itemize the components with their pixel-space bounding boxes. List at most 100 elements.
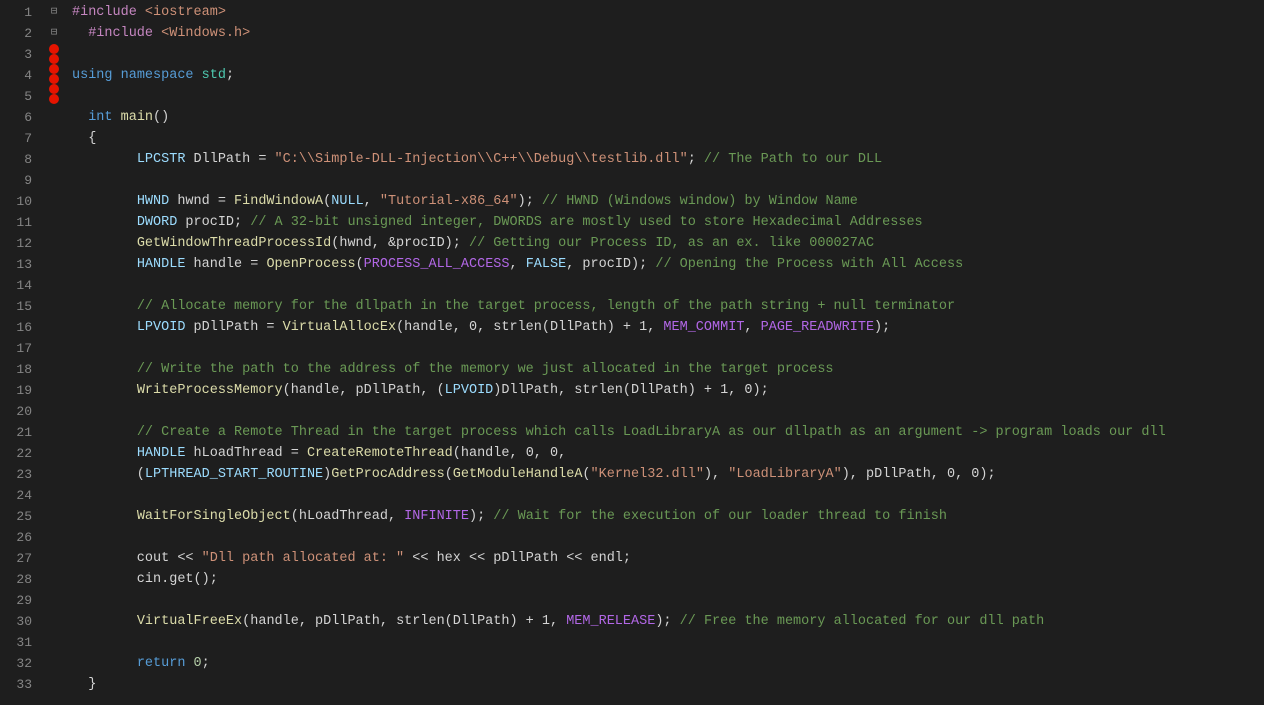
- plain-token: (: [445, 464, 453, 485]
- macro-const-token: PAGE_READWRITE: [761, 317, 874, 338]
- cmt-token: // Free the memory allocated for our dll…: [680, 611, 1045, 632]
- plain-token: [72, 254, 137, 275]
- str-token: "Kernel32.dll": [591, 464, 704, 485]
- fold-icon[interactable]: ⊟: [51, 23, 58, 44]
- plain-token: hLoadThread =: [185, 443, 307, 464]
- plain-token: (: [72, 464, 145, 485]
- str-token: "LoadLibraryA": [728, 464, 841, 485]
- plain-token: [185, 653, 193, 674]
- code-line: WriteProcessMemory(handle, pDllPath, (LP…: [72, 380, 1264, 401]
- plain-token: {: [72, 128, 96, 149]
- plain-token: procID;: [177, 212, 250, 233]
- gutter-cell: ⊟: [40, 23, 68, 44]
- plain-token: ;: [688, 149, 704, 170]
- line-number: 27: [0, 548, 32, 569]
- plain-token: [72, 191, 137, 212]
- code-line: (LPTHREAD_START_ROUTINE)GetProcAddress(G…: [72, 464, 1264, 485]
- line-number: 24: [0, 485, 32, 506]
- cmt-token: // Write the path to the address of the …: [137, 359, 834, 380]
- plain-token: );: [874, 317, 890, 338]
- code-line: // Allocate memory for the dllpath in th…: [72, 296, 1264, 317]
- breakpoint: [49, 84, 59, 94]
- gutter: ⊟⊟: [40, 0, 68, 705]
- code-line: HANDLE hLoadThread = CreateRemoteThread(…: [72, 443, 1264, 464]
- code-line: [72, 485, 1264, 506]
- line-number: 21: [0, 422, 32, 443]
- code-line: {: [72, 128, 1264, 149]
- plain-token: [72, 506, 137, 527]
- line-number: 25: [0, 506, 32, 527]
- code-line: // Create a Remote Thread in the target …: [72, 422, 1264, 443]
- str-token: "C:\\Simple-DLL-Injection\\C++\\Debug\\t…: [275, 149, 688, 170]
- line-number: 14: [0, 275, 32, 296]
- plain-token: (handle, 0, strlen(DllPath) + 1,: [396, 317, 663, 338]
- code-line: return 0;: [72, 653, 1264, 674]
- code-editor: 1234567891011121314151617181920212223242…: [0, 0, 1264, 705]
- plain-token: [72, 149, 137, 170]
- macro-token: HANDLE: [137, 443, 186, 464]
- plain-token: handle =: [185, 254, 266, 275]
- code-line: [72, 527, 1264, 548]
- code-content: #include <iostream> #include <Windows.h>…: [68, 0, 1264, 705]
- code-line: GetWindowThreadProcessId(hwnd, &procID);…: [72, 233, 1264, 254]
- line-number: 9: [0, 170, 32, 191]
- code-line: [72, 170, 1264, 191]
- line-number: 31: [0, 632, 32, 653]
- cmt-token: // Allocate memory for the dllpath in th…: [137, 296, 955, 317]
- macro-token: DWORD: [137, 212, 178, 233]
- macro-const-token: PROCESS_ALL_ACCESS: [364, 254, 510, 275]
- kw-token: return: [137, 653, 186, 674]
- code-line: #include <Windows.h>: [72, 23, 1264, 44]
- plain-token: [113, 65, 121, 86]
- macro-const-token: MEM_RELEASE: [566, 611, 655, 632]
- line-number: 5: [0, 86, 32, 107]
- fn-token: CreateRemoteThread: [307, 443, 453, 464]
- fn-token: WaitForSingleObject: [137, 506, 291, 527]
- line-number: 16: [0, 317, 32, 338]
- plain-token: [153, 23, 161, 44]
- fn-token: OpenProcess: [266, 254, 355, 275]
- str-token: "Tutorial-x86_64": [380, 191, 518, 212]
- gutter-cell: [40, 44, 68, 54]
- code-line: [72, 86, 1264, 107]
- plain-token: [137, 2, 145, 23]
- plain-token: [72, 359, 137, 380]
- kw-token: int: [88, 107, 112, 128]
- line-number: 2: [0, 23, 32, 44]
- line-number: 8: [0, 149, 32, 170]
- fn-token: GetProcAddress: [331, 464, 444, 485]
- cmt-token: // HWND (Windows window) by Window Name: [542, 191, 858, 212]
- plain-token: (: [323, 191, 331, 212]
- gutter-cell: ⊟: [40, 2, 68, 23]
- plain-token: pDllPath =: [185, 317, 282, 338]
- line-number: 13: [0, 254, 32, 275]
- fold-icon[interactable]: ⊟: [51, 2, 58, 23]
- plain-token: ),: [704, 464, 728, 485]
- plain-token: [72, 233, 137, 254]
- plain-token: DllPath =: [185, 149, 274, 170]
- breakpoint: [49, 94, 59, 104]
- line-number: 26: [0, 527, 32, 548]
- code-line: int main(): [72, 107, 1264, 128]
- plain-token: ): [323, 464, 331, 485]
- plain-token: (hLoadThread,: [291, 506, 404, 527]
- line-number: 33: [0, 674, 32, 695]
- code-line: [72, 338, 1264, 359]
- str-token: "Dll path allocated at: ": [202, 548, 405, 569]
- kw-token: using: [72, 65, 113, 86]
- code-line: LPCSTR DllPath = "C:\\Simple-DLL-Injecti…: [72, 149, 1264, 170]
- num-token: 0: [194, 653, 202, 674]
- fn-token: VirtualFreeEx: [137, 611, 242, 632]
- gutter-cell: [40, 84, 68, 94]
- code-line: cin.get();: [72, 569, 1264, 590]
- macro-token: LPVOID: [137, 317, 186, 338]
- cmt-token: // Wait for the execution of our loader …: [493, 506, 947, 527]
- plain-token: (: [582, 464, 590, 485]
- breakpoint: [49, 54, 59, 64]
- line-number: 32: [0, 653, 32, 674]
- line-number: 28: [0, 569, 32, 590]
- plain-token: );: [655, 611, 679, 632]
- plain-token: (): [153, 107, 169, 128]
- code-line: WaitForSingleObject(hLoadThread, INFINIT…: [72, 506, 1264, 527]
- code-line: [72, 632, 1264, 653]
